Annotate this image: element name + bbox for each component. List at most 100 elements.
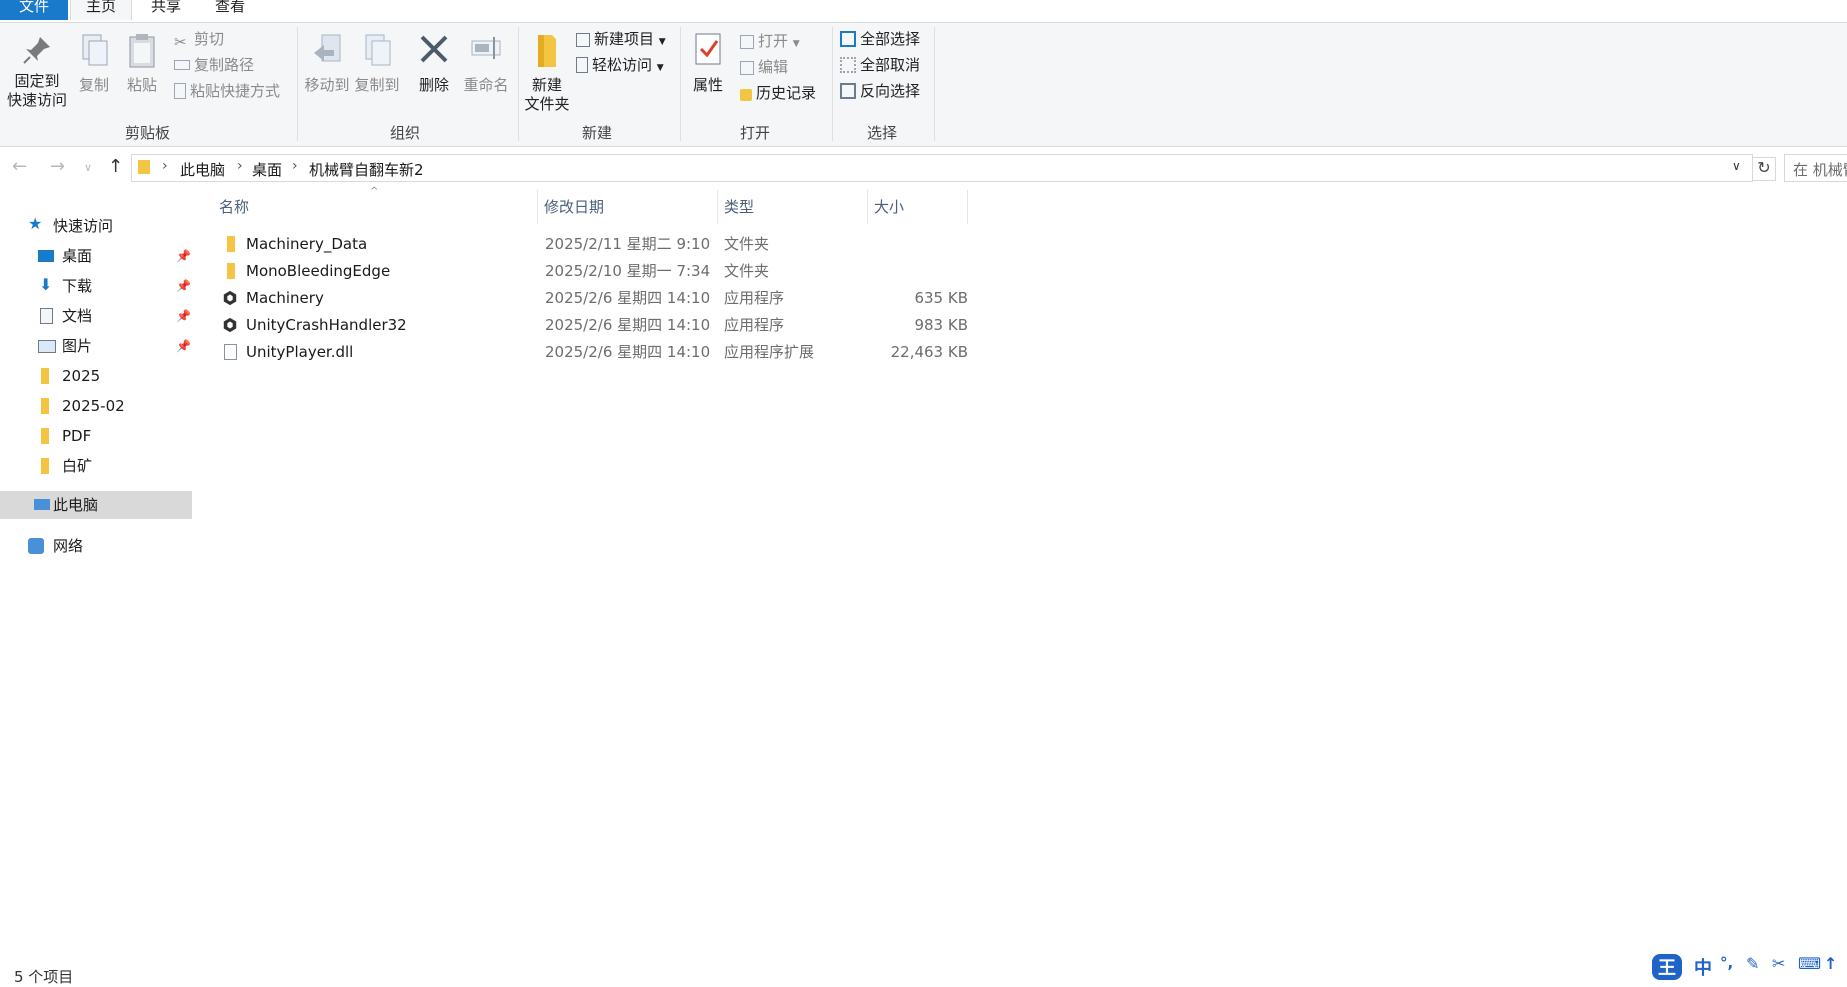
copy-to-label: 复制到 — [354, 76, 400, 94]
scissors-icon: ✂ — [174, 33, 187, 51]
back-arrow-icon[interactable]: ← — [12, 156, 27, 177]
copy-label: 复制 — [78, 76, 109, 94]
tab-file[interactable]: 文件 — [0, 0, 68, 20]
sidebar-item-network[interactable]: 网络 — [28, 532, 83, 560]
sidebar-quick-access[interactable]: ★ 快速访问 — [28, 212, 113, 240]
open-icon — [740, 35, 754, 49]
file-size — [868, 258, 968, 285]
sidebar-item-folder-2025-02[interactable]: 2025-02 — [38, 392, 125, 420]
column-divider[interactable] — [537, 190, 538, 224]
new-folder-button[interactable]: 新建 文件夹 — [520, 31, 574, 114]
folder-icon — [227, 263, 235, 279]
select-none-button[interactable]: 全部取消 — [840, 54, 920, 76]
recent-locations-chevron-icon[interactable]: ∨ — [84, 161, 92, 174]
ribbon-separator — [934, 27, 935, 141]
ribbon-separator — [832, 27, 833, 141]
address-dropdown-chevron-icon[interactable]: ∨ — [1732, 159, 1741, 173]
up-arrow-icon[interactable]: ↑ — [108, 156, 123, 177]
search-box[interactable]: 在 机械臂 — [1784, 154, 1847, 182]
sort-ascending-icon: ^ — [370, 186, 379, 197]
pin-icon[interactable]: 📌 — [176, 272, 191, 300]
file-row[interactable]: UnityPlayer.dll 2025/2/6 星期四 14:10 应用程序扩… — [208, 339, 968, 366]
forward-arrow-icon[interactable]: → — [50, 156, 65, 177]
move-to-button[interactable]: 移动到 — [302, 31, 352, 95]
ime-toolbar[interactable]: 王 中 °, ✎ ✂ ⌨ ↑ — [1648, 954, 1847, 982]
copy-path-button[interactable]: 复制路径 — [174, 54, 254, 76]
column-header-size[interactable]: 大小 — [874, 190, 904, 224]
pin-icon[interactable]: 📌 — [176, 242, 191, 270]
pin-icon[interactable]: 📌 — [176, 302, 191, 330]
pin-icon[interactable]: 📌 — [176, 332, 191, 360]
cut-button[interactable]: ✂ 剪切 — [174, 28, 224, 51]
rename-button[interactable]: 重命名 — [458, 31, 514, 95]
file-name: UnityPlayer.dll — [246, 343, 354, 361]
sidebar-item-pictures[interactable]: 图片 📌 — [38, 332, 191, 360]
file-date: 2025/2/10 星期一 7:34 — [545, 262, 711, 280]
paste-shortcut-button[interactable]: 粘贴快捷方式 — [174, 80, 280, 102]
file-size — [868, 231, 968, 258]
sidebar-item-this-pc[interactable]: 此电脑 — [0, 491, 192, 519]
sidebar-item-documents[interactable]: 文档 📌 — [38, 302, 191, 330]
clipboard-group-label: 剪贴板 — [124, 124, 170, 142]
address-bar[interactable]: › 此电脑 › 桌面 › 机械臂自翻车新2 ∨ — [131, 154, 1753, 182]
file-row[interactable]: UnityCrashHandler32 2025/2/6 星期四 14:10 应… — [208, 312, 968, 339]
ribbon-separator — [297, 27, 298, 141]
history-button[interactable]: 历史记录 — [740, 82, 816, 104]
file-date: 2025/2/6 星期四 14:10 — [545, 289, 711, 307]
file-row[interactable]: MonoBleedingEdge 2025/2/10 星期一 7:34 文件夹 — [208, 258, 968, 285]
select-all-icon — [840, 31, 856, 47]
ribbon: 固定到 快速访问 复制 粘贴 ✂ 剪切 复制路径 粘贴快捷方式 剪贴板 移动到 复… — [0, 23, 1847, 147]
column-divider[interactable] — [867, 190, 868, 224]
organize-group-label: 组织 — [389, 124, 420, 142]
open-button[interactable]: 打开 ▼ — [740, 30, 800, 52]
sidebar-item-downloads[interactable]: ⬇ 下载 📌 — [38, 272, 191, 300]
breadcrumb-desktop[interactable]: 桌面 — [252, 159, 282, 180]
delete-button[interactable]: 删除 — [412, 31, 456, 95]
computer-icon — [34, 499, 50, 510]
column-divider[interactable] — [967, 190, 968, 224]
clipboard-icon — [129, 34, 155, 68]
pin-quick-access-button[interactable]: 固定到 快速访问 — [2, 33, 72, 110]
breadcrumb-this-pc[interactable]: 此电脑 — [180, 159, 225, 180]
easy-access-button[interactable]: 轻松访问 ▼ — [576, 54, 664, 76]
properties-button[interactable]: 属性 — [686, 31, 730, 95]
column-divider[interactable] — [717, 190, 718, 224]
sidebar-item-desktop[interactable]: 桌面 📌 — [38, 242, 191, 270]
select-all-button[interactable]: 全部选择 — [840, 28, 920, 50]
more-icon[interactable]: ↑ — [1824, 954, 1837, 973]
sidebar-item-folder-baikuang[interactable]: 白矿 — [38, 452, 92, 480]
file-row[interactable]: Machinery 2025/2/6 星期四 14:10 应用程序 635 KB — [208, 285, 968, 312]
file-type: 应用程序扩展 — [724, 343, 815, 361]
edit-button[interactable]: 编辑 — [740, 56, 788, 78]
ime-punctuation-toggle[interactable]: °, — [1720, 954, 1733, 972]
breadcrumb-chevron-icon: › — [292, 158, 298, 174]
sidebar-item-label: 桌面 — [62, 247, 93, 265]
refresh-icon[interactable]: ↻ — [1752, 157, 1776, 181]
column-header-date[interactable]: 修改日期 — [544, 190, 604, 224]
keyboard-icon[interactable]: ⌨ — [1798, 954, 1821, 973]
file-type: 文件夹 — [724, 235, 770, 253]
ime-logo-icon[interactable]: 王 — [1652, 954, 1682, 980]
ime-mode-toggle[interactable]: 中 — [1694, 954, 1712, 980]
paste-button[interactable]: 粘贴 — [120, 31, 164, 95]
sidebar-item-label: 文档 — [62, 307, 93, 325]
dll-icon — [224, 344, 237, 360]
copy-button[interactable]: 复制 — [72, 31, 116, 95]
tab-home[interactable]: 主页 — [70, 0, 132, 20]
tab-view[interactable]: 查看 — [210, 0, 250, 20]
folder-icon — [41, 458, 49, 474]
new-item-button[interactable]: 新建项目 ▼ — [576, 28, 666, 50]
copy-to-button[interactable]: 复制到 — [350, 31, 404, 95]
scissors-icon[interactable]: ✂ — [1772, 954, 1785, 973]
pen-icon[interactable]: ✎ — [1746, 954, 1759, 973]
file-row[interactable]: Machinery_Data 2025/2/11 星期二 9:10 文件夹 — [208, 231, 968, 258]
tab-share[interactable]: 共享 — [146, 0, 186, 20]
column-header-name[interactable]: 名称 — [219, 190, 249, 224]
invert-selection-button[interactable]: 反向选择 — [840, 80, 920, 102]
file-name: MonoBleedingEdge — [246, 262, 391, 280]
sidebar-item-folder-pdf[interactable]: PDF — [38, 422, 91, 450]
column-header-type[interactable]: 类型 — [724, 190, 754, 224]
sidebar-item-folder-2025[interactable]: 2025 — [38, 362, 100, 390]
breadcrumb-current-folder[interactable]: 机械臂自翻车新2 — [309, 159, 424, 180]
invert-selection-label: 反向选择 — [860, 82, 921, 100]
